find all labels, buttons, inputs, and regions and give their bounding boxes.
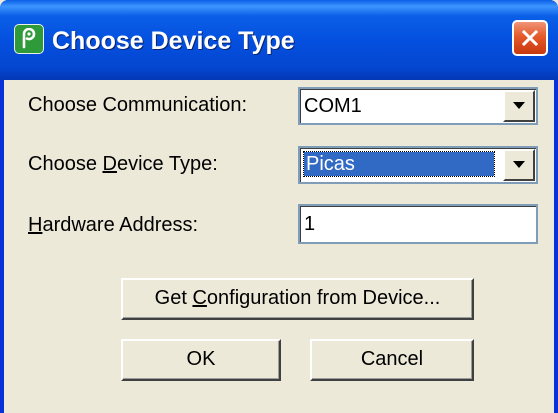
communication-value: COM1 xyxy=(304,95,362,117)
window-title: Choose Device Type xyxy=(52,27,295,55)
device-type-select[interactable]: Picas xyxy=(298,146,538,184)
communication-select[interactable]: COM1 xyxy=(298,87,538,125)
dialog-client-area: Choose Communication: COM1 Choose Device… xyxy=(4,80,554,413)
device-type-label: Choose Device Type: xyxy=(28,153,218,175)
cancel-button[interactable]: Cancel xyxy=(310,339,474,381)
communication-label: Choose Communication: xyxy=(28,94,247,116)
device-type-value: Picas xyxy=(303,151,495,177)
close-icon xyxy=(521,29,539,47)
communication-dropdown-button[interactable] xyxy=(503,90,535,122)
hardware-address-label: Hardware Address: xyxy=(28,214,199,236)
title-bar[interactable]: Choose Device Type xyxy=(0,0,558,80)
chevron-down-icon xyxy=(513,102,525,109)
get-configuration-button[interactable]: Get Configuration from Device... xyxy=(121,278,474,320)
device-type-dropdown-button[interactable] xyxy=(503,149,535,181)
close-button[interactable] xyxy=(512,20,548,56)
hardware-address-input[interactable]: 1 xyxy=(298,204,538,244)
chevron-down-icon xyxy=(513,161,525,168)
hardware-address-value: 1 xyxy=(304,213,316,235)
dialog-window: Choose Device Type Choose Communication:… xyxy=(0,0,558,413)
app-logo-icon xyxy=(14,24,44,54)
ok-button[interactable]: OK xyxy=(121,339,281,381)
